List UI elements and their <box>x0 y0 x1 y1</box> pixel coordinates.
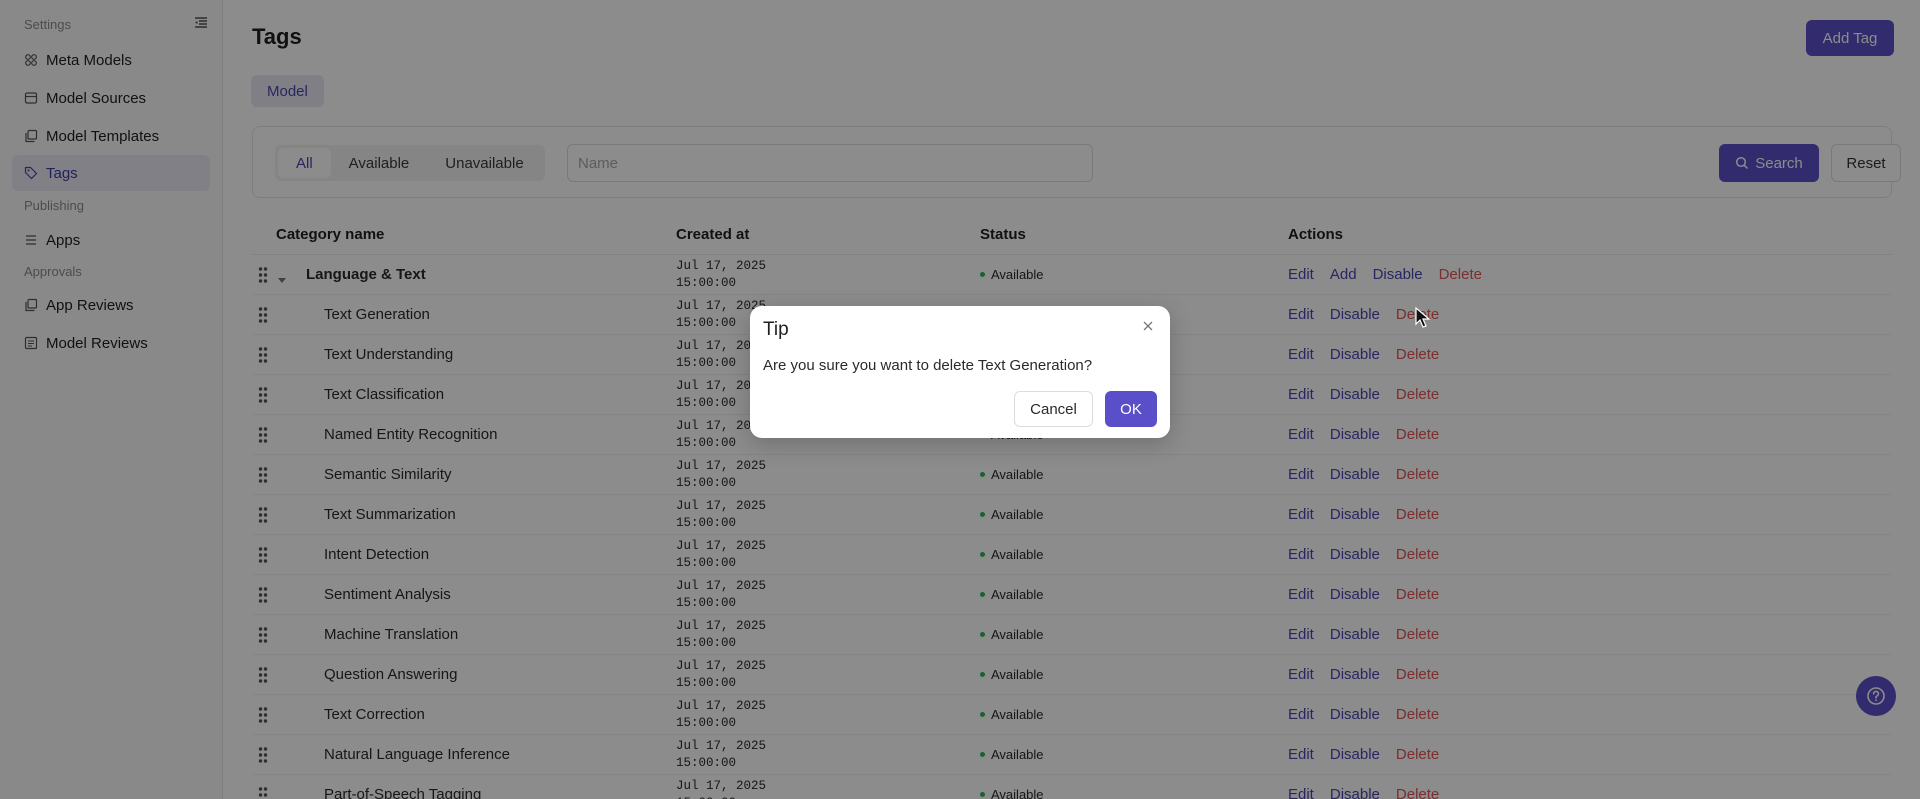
confirm-delete-dialog: Tip Are you sure you want to delete Text… <box>750 306 1170 438</box>
mouse-cursor-icon <box>1414 306 1432 329</box>
cancel-button[interactable]: Cancel <box>1014 391 1093 427</box>
close-icon[interactable] <box>1140 318 1156 334</box>
dialog-title: Tip <box>763 319 789 340</box>
ok-button[interactable]: OK <box>1105 391 1157 427</box>
dialog-message: Are you sure you want to delete Text Gen… <box>763 357 1093 374</box>
